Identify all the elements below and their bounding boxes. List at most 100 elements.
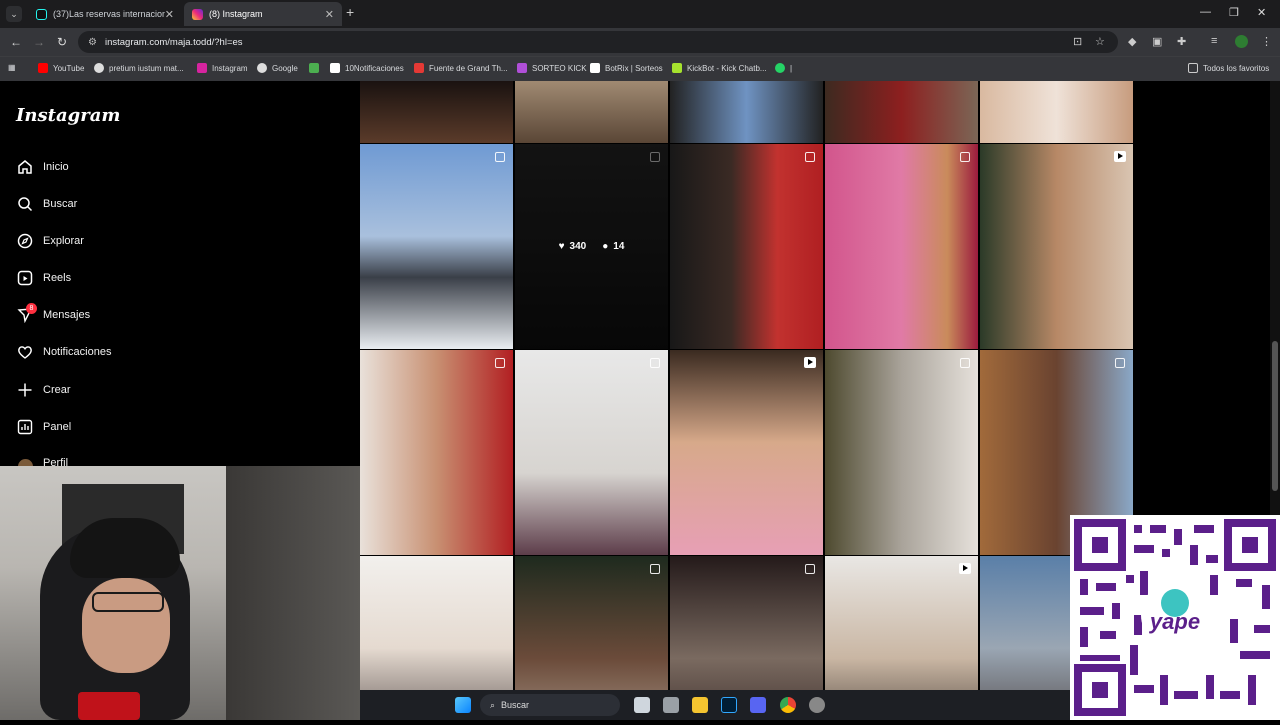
url-text: instagram.com/maja.todd/?hl=es [104, 36, 243, 48]
windows-taskbar: ⌕ Buscar [360, 690, 1070, 720]
back-icon[interactable]: ← [10, 35, 22, 49]
bookmark-pretium[interactable]: pretium iustum mat... [94, 63, 184, 73]
carousel-icon [495, 152, 505, 162]
post-thumbnail[interactable] [825, 556, 978, 690]
windows-start-icon[interactable] [455, 697, 471, 713]
minimize-icon[interactable]: — [1200, 6, 1211, 18]
instagram-icon [192, 8, 203, 20]
bookmark-star-icon[interactable]: ☆ [1095, 35, 1105, 48]
carousel-icon [960, 358, 970, 368]
bookmark-botrix[interactable]: BotRix | Sorteos [590, 63, 663, 73]
bookmarks-bar: ▦ YouTube pretium iustum mat... Instagra… [0, 56, 1280, 81]
carousel-icon [805, 152, 815, 162]
carousel-icon [805, 564, 815, 574]
extensions-puzzle-icon[interactable]: ✚ [1177, 35, 1186, 48]
post-thumbnail[interactable] [360, 350, 513, 555]
post-stats-overlay: ♥ 340 ● 14 [515, 144, 668, 349]
taskbar-search[interactable]: ⌕ Buscar [480, 694, 620, 716]
close-tab-icon[interactable]: ✕ [325, 8, 334, 21]
bookmark-youtube[interactable]: YouTube [38, 63, 84, 73]
nav-buscar[interactable]: Buscar [16, 195, 77, 213]
reload-icon[interactable]: ↻ [57, 35, 67, 49]
tab-instagram[interactable]: (8) Instagram ✕ [184, 2, 342, 26]
post-thumbnail[interactable] [360, 556, 513, 690]
search-icon: ⌕ [490, 699, 496, 710]
close-window-icon[interactable]: ✕ [1257, 6, 1266, 19]
bookmark-google[interactable]: Google [257, 63, 298, 73]
google-icon [257, 63, 267, 73]
nav-reels[interactable]: Reels [16, 269, 71, 287]
discord-icon[interactable] [750, 697, 766, 713]
person-hair [70, 518, 180, 578]
post-thumbnail[interactable] [980, 81, 1133, 143]
restore-icon[interactable]: ❐ [1229, 6, 1239, 19]
post-thumbnail[interactable] [980, 144, 1133, 349]
scrollbar-thumb[interactable] [1272, 341, 1278, 491]
bookmark-pinwheel[interactable] [309, 63, 324, 73]
bookmark-sorteo-kick[interactable]: SORTEO KICK [517, 63, 587, 73]
botrix-icon [590, 63, 600, 73]
post-thumbnail[interactable] [670, 556, 823, 690]
tab-search-icon[interactable]: ⌄ [6, 6, 22, 22]
carousel-icon [495, 358, 505, 368]
bookmark-fuente[interactable]: Fuente de Grand Th... [414, 63, 508, 73]
bookmark-kickbot[interactable]: KickBot - Kick Chatb... [672, 63, 767, 73]
post-thumbnail[interactable] [515, 350, 668, 555]
post-thumbnail[interactable] [360, 81, 513, 143]
post-thumbnail[interactable] [825, 81, 978, 143]
close-tab-icon[interactable]: ✕ [165, 8, 174, 21]
font-icon [414, 63, 424, 73]
forward-icon[interactable]: → [33, 35, 45, 49]
wardrobe [226, 466, 360, 720]
carousel-icon [650, 564, 660, 574]
nav-panel[interactable]: Panel [16, 418, 71, 436]
post-thumbnail[interactable] [825, 144, 978, 349]
messages-badge: 8 [26, 303, 37, 314]
post-thumbnail[interactable] [670, 350, 823, 555]
tiktok-icon [36, 8, 47, 20]
chrome-icon[interactable] [780, 697, 796, 713]
heart-icon: ♥ [558, 241, 565, 252]
reels-icon [16, 269, 34, 287]
bookmark-whatsapp[interactable]: | [775, 63, 792, 73]
nav-inicio[interactable]: Inicio [16, 158, 69, 176]
menu-kebab-icon[interactable]: ⋮ [1261, 35, 1272, 48]
extension-icon[interactable]: ▣ [1152, 35, 1162, 48]
yape-logo: yape [1149, 609, 1200, 634]
profile-avatar[interactable] [1235, 35, 1248, 51]
panel-icon [16, 418, 34, 436]
reel-icon [804, 357, 816, 368]
post-thumbnail-hovered[interactable]: ♥ 340 ● 14 [515, 144, 668, 349]
site-info-icon[interactable]: ⚙ [88, 37, 97, 48]
profile-post-grid: ♥ 340 ● 14 [358, 81, 1134, 690]
app-icon[interactable] [809, 697, 825, 713]
bookmark-notificaciones[interactable]: 10Notificaciones [330, 63, 404, 73]
new-tab-button[interactable]: + [346, 4, 354, 20]
apps-grid-icon[interactable]: ▦ [8, 63, 16, 72]
task-view-icon[interactable] [634, 697, 650, 713]
tab-tiktok[interactable]: (37)Las reservas internacionale ✕ [28, 2, 182, 26]
photoshop-icon[interactable] [721, 697, 737, 713]
nav-explorar[interactable]: Explorar [16, 232, 84, 250]
media-controls-icon[interactable]: ≡ [1211, 35, 1217, 47]
tab-strip: ⌄ (37)Las reservas internacionale ✕ (8) … [0, 0, 1280, 28]
extension-icon[interactable]: ◆ [1128, 35, 1136, 48]
all-bookmarks[interactable]: Todos los favoritos [1188, 63, 1269, 73]
nav-crear[interactable]: Crear [16, 381, 71, 399]
nav-notificaciones[interactable]: Notificaciones [16, 343, 111, 361]
bookmark-instagram[interactable]: Instagram [197, 63, 248, 73]
install-app-icon[interactable]: ⊡ [1073, 35, 1082, 48]
post-thumbnail[interactable] [515, 81, 668, 143]
instagram-logo[interactable]: Instagram [16, 105, 120, 126]
post-thumbnail[interactable] [670, 144, 823, 349]
compass-icon [16, 232, 34, 250]
app-icon[interactable] [663, 697, 679, 713]
plus-icon [16, 381, 34, 399]
post-thumbnail[interactable] [670, 81, 823, 143]
address-bar[interactable]: ⚙ instagram.com/maja.todd/?hl=es [78, 31, 1118, 53]
post-thumbnail[interactable] [360, 144, 513, 349]
instagram-icon [197, 63, 207, 73]
file-explorer-icon[interactable] [692, 697, 708, 713]
post-thumbnail[interactable] [515, 556, 668, 690]
post-thumbnail[interactable] [825, 350, 978, 555]
